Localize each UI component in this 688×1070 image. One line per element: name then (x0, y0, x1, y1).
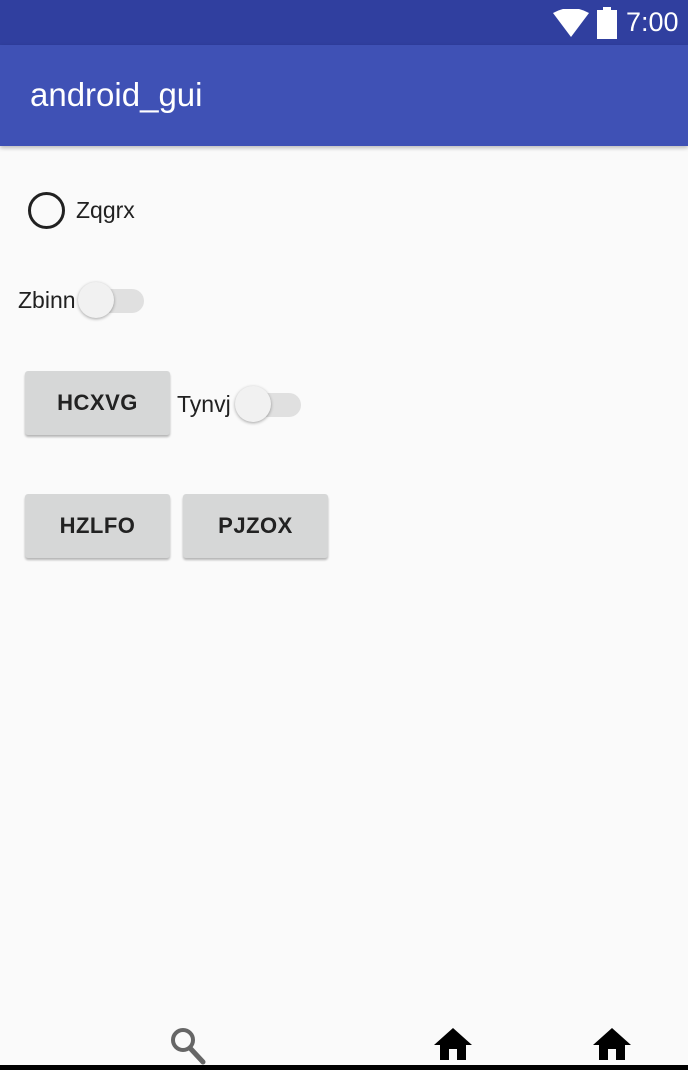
radio-zqgrx[interactable]: Zqgrx (28, 192, 178, 230)
battery-icon (597, 7, 617, 39)
switch-zbinn[interactable] (78, 281, 144, 319)
nav-bar-bottom-edge (0, 1065, 688, 1070)
app-title: android_gui (30, 76, 203, 113)
switch-tynvj[interactable] (235, 385, 301, 423)
navigation-bar (0, 1010, 688, 1070)
switch-zbinn-label: Zbinn (18, 287, 76, 313)
switch-thumb (235, 386, 271, 422)
hzlfo-button[interactable]: HZLFO (25, 494, 170, 558)
switch-thumb (78, 282, 114, 318)
radio-circle[interactable] (28, 192, 65, 229)
wifi-icon (553, 9, 589, 37)
clock: 7:00 (626, 7, 679, 37)
home-icon[interactable] (434, 1028, 472, 1060)
radio-label: Zqgrx (76, 197, 135, 223)
search-icon[interactable] (170, 1027, 206, 1065)
status-bar: 7:00 (0, 0, 688, 45)
hcxvg-button[interactable]: HCXVG (25, 371, 170, 435)
app-bar: android_gui (0, 45, 688, 146)
pjzox-button[interactable]: PJZOX (183, 494, 328, 558)
home-icon[interactable] (593, 1028, 631, 1060)
switch-tynvj-label: Tynvj (177, 391, 231, 417)
